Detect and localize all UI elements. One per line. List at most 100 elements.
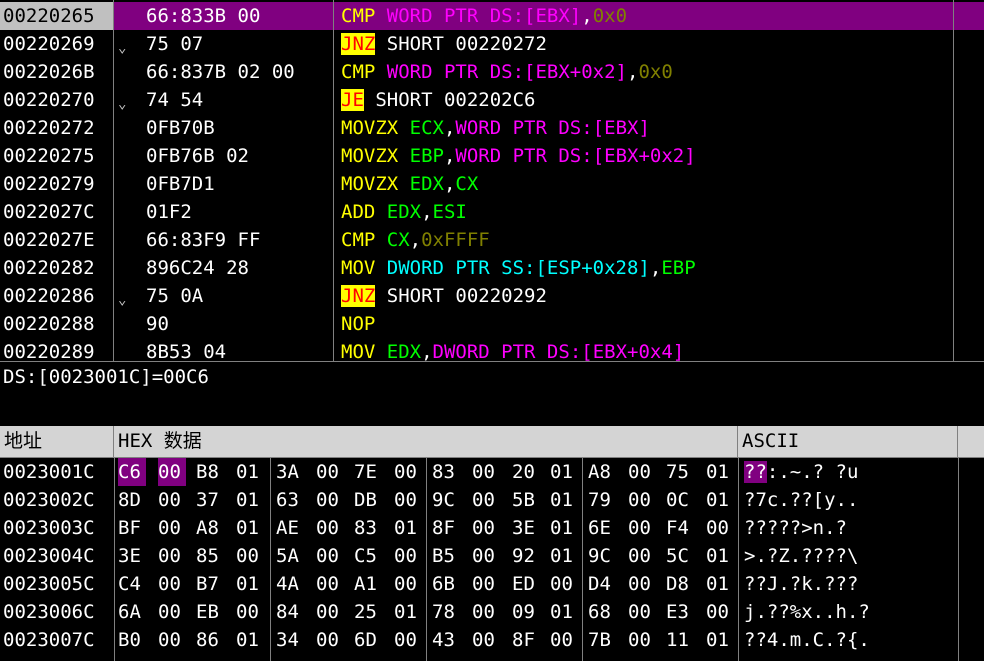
hex-byte[interactable]: 7E: [354, 458, 382, 486]
hex-byte[interactable]: 01: [394, 598, 422, 626]
hex-byte[interactable]: C4: [118, 570, 146, 598]
hex-byte[interactable]: D4: [588, 570, 616, 598]
ascii-text[interactable]: ?7c.??[y..: [744, 486, 858, 514]
hex-byte[interactable]: 00: [472, 598, 500, 626]
hex-byte[interactable]: 83: [354, 514, 382, 542]
hex-byte[interactable]: 00: [628, 570, 656, 598]
dump-row[interactable]: 0023002C 8D 00 37 01 63 00 DB 00 9C 00 5B 01 79 00 0C 01…: [0, 486, 984, 514]
hex-byte[interactable]: 83: [432, 458, 460, 486]
hex-byte[interactable]: 00: [706, 598, 734, 626]
hex-byte[interactable]: 37: [196, 486, 224, 514]
hex-byte[interactable]: 9C: [588, 542, 616, 570]
dump-row[interactable]: 0023005C C4 00 B7 01 4A 00 A1 00 6B 00 ED 00 D4 00 D8 01…: [0, 570, 984, 598]
hex-byte[interactable]: 00: [316, 570, 344, 598]
hex-byte[interactable]: 25: [354, 598, 382, 626]
hex-byte[interactable]: 01: [236, 458, 264, 486]
disassembly-pane[interactable]: 00220265 66:833B 00 CMP WORD PTR DS:[EBX],…: [0, 0, 984, 361]
ascii-text[interactable]: >.?Z.????\: [744, 542, 858, 570]
header-hex[interactable]: HEX 数据: [114, 426, 738, 457]
hex-byte[interactable]: 3A: [276, 458, 304, 486]
disasm-row[interactable]: 0022026B 66:837B 02 00 CMP WORD PTR DS:[EB…: [0, 58, 984, 86]
hex-byte[interactable]: ED: [512, 570, 540, 598]
hex-byte[interactable]: 00: [472, 514, 500, 542]
hex-byte[interactable]: 00: [316, 514, 344, 542]
hex-byte[interactable]: 01: [236, 514, 264, 542]
disasm-row[interactable]: 0022027E 66:83F9 FF CMP CX,0xFFFF: [0, 226, 984, 254]
hex-byte[interactable]: 00: [628, 542, 656, 570]
hex-byte[interactable]: 0C: [666, 486, 694, 514]
hex-byte[interactable]: B8: [196, 458, 224, 486]
hex-byte[interactable]: 01: [236, 570, 264, 598]
ascii-text[interactable]: ??J.?k.???: [744, 570, 858, 598]
hex-byte[interactable]: 00: [158, 458, 186, 486]
hex-byte[interactable]: 01: [550, 458, 578, 486]
disasm-row[interactable]: 00220282 896C24 28 MOV DWORD PTR SS:[ESP+0…: [0, 254, 984, 282]
hex-byte[interactable]: 00: [316, 626, 344, 654]
disasm-row[interactable]: 00220270 ⌄ 74 54 JE SHORT 002202C6: [0, 86, 984, 114]
disasm-row[interactable]: 00220275 0FB76B 02 MOVZX EBP,WORD PTR DS:[…: [0, 142, 984, 170]
hex-byte[interactable]: 4A: [276, 570, 304, 598]
hex-byte[interactable]: B0: [118, 626, 146, 654]
hex-byte[interactable]: 00: [158, 626, 186, 654]
hex-byte[interactable]: 6E: [588, 514, 616, 542]
hex-byte[interactable]: 92: [512, 542, 540, 570]
hex-byte[interactable]: 00: [628, 486, 656, 514]
hex-byte[interactable]: D8: [666, 570, 694, 598]
hex-byte[interactable]: C5: [354, 542, 382, 570]
hex-byte[interactable]: AE: [276, 514, 304, 542]
hex-byte[interactable]: 00: [158, 514, 186, 542]
hex-byte[interactable]: F4: [666, 514, 694, 542]
hex-byte[interactable]: 01: [706, 570, 734, 598]
hex-byte[interactable]: 01: [550, 598, 578, 626]
hex-byte[interactable]: 00: [628, 626, 656, 654]
hex-byte[interactable]: 34: [276, 626, 304, 654]
hex-byte[interactable]: 01: [550, 486, 578, 514]
disasm-row[interactable]: 00220289 8B53 04 MOV EDX,DWORD PTR DS:[EBX…: [0, 338, 984, 361]
hex-byte[interactable]: 3E: [118, 542, 146, 570]
hex-byte[interactable]: 09: [512, 598, 540, 626]
hex-byte[interactable]: 00: [316, 542, 344, 570]
hex-byte[interactable]: 8F: [432, 514, 460, 542]
hex-byte[interactable]: 01: [706, 486, 734, 514]
ascii-text[interactable]: ??:.~.? ?u: [744, 458, 858, 486]
hex-byte[interactable]: 00: [472, 626, 500, 654]
hex-byte[interactable]: 00: [158, 570, 186, 598]
hex-byte[interactable]: 11: [666, 626, 694, 654]
dump-row[interactable]: 0023006C 6A 00 EB 00 84 00 25 01 78 00 09 01 68 00 E3 00…: [0, 598, 984, 626]
hex-byte[interactable]: 00: [628, 598, 656, 626]
hex-byte[interactable]: 00: [236, 542, 264, 570]
ascii-text[interactable]: j.??%x..h.?: [744, 598, 870, 626]
hex-byte[interactable]: 00: [628, 514, 656, 542]
hex-byte[interactable]: A1: [354, 570, 382, 598]
header-ascii[interactable]: ASCII: [738, 426, 958, 457]
hex-byte[interactable]: 5C: [666, 542, 694, 570]
hex-byte[interactable]: B7: [196, 570, 224, 598]
dump-row[interactable]: 0023003C BF 00 A8 01 AE 00 83 01 8F 00 3E 01 6E 00 F4 00…: [0, 514, 984, 542]
hex-byte[interactable]: 00: [394, 626, 422, 654]
hex-byte[interactable]: 6D: [354, 626, 382, 654]
disasm-row[interactable]: 00220265 66:833B 00 CMP WORD PTR DS:[EBX],…: [0, 2, 984, 30]
hex-byte[interactable]: A8: [588, 458, 616, 486]
disasm-row[interactable]: 00220286 ⌄ 75 0A JNZ SHORT 00220292: [0, 282, 984, 310]
hex-byte[interactable]: 00: [316, 598, 344, 626]
disasm-row[interactable]: 00220279 0FB7D1 MOVZX EDX,CX: [0, 170, 984, 198]
hex-byte[interactable]: 00: [628, 458, 656, 486]
ascii-text[interactable]: ?????>n.?: [744, 514, 847, 542]
disasm-row[interactable]: 0022027C 01F2 ADD EDX,ESI: [0, 198, 984, 226]
hex-byte[interactable]: BF: [118, 514, 146, 542]
hex-byte[interactable]: 5B: [512, 486, 540, 514]
hex-byte[interactable]: 00: [394, 570, 422, 598]
hex-byte[interactable]: 00: [236, 598, 264, 626]
hex-byte[interactable]: 00: [158, 486, 186, 514]
hex-byte[interactable]: 5A: [276, 542, 304, 570]
hex-byte[interactable]: 8D: [118, 486, 146, 514]
hex-byte[interactable]: EB: [196, 598, 224, 626]
hex-byte[interactable]: 00: [394, 458, 422, 486]
hex-byte[interactable]: 01: [706, 542, 734, 570]
disasm-row[interactable]: 00220288 90 NOP: [0, 310, 984, 338]
hex-byte[interactable]: 00: [472, 486, 500, 514]
hex-byte[interactable]: 78: [432, 598, 460, 626]
hex-byte[interactable]: 01: [550, 542, 578, 570]
hex-byte[interactable]: 00: [472, 542, 500, 570]
hex-byte[interactable]: 75: [666, 458, 694, 486]
